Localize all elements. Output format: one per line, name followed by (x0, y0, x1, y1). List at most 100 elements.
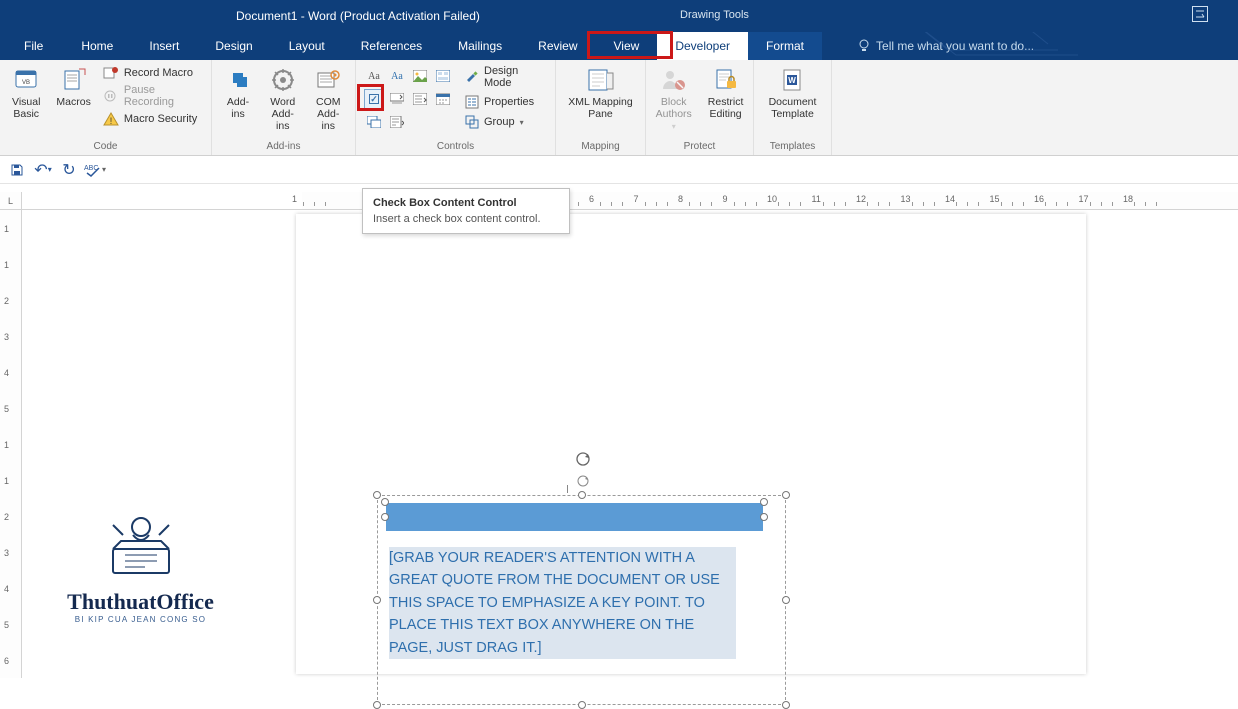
group-label-addins: Add-ins (220, 141, 347, 155)
lightbulb-icon (858, 39, 870, 53)
properties-button[interactable]: Properties (465, 95, 547, 109)
ruler-tick: 12 (856, 194, 866, 204)
legacy-tools-button[interactable] (387, 112, 407, 132)
resize-handle[interactable] (782, 701, 790, 709)
ruler-tick: 8 (678, 194, 683, 204)
xml-mapping-pane-button[interactable]: XML Mapping Pane (564, 64, 636, 122)
resize-handle[interactable] (760, 513, 768, 521)
tab-mailings[interactable]: Mailings (440, 32, 520, 60)
ruler-tick: 1 (4, 260, 9, 270)
tab-format[interactable]: Format (748, 32, 822, 60)
textbox-header-bar[interactable] (386, 503, 763, 531)
undo-button[interactable]: ↶▾ (32, 159, 54, 181)
ruler-tick: 15 (990, 194, 1000, 204)
tab-references[interactable]: References (343, 32, 440, 60)
word-addins-icon (269, 66, 297, 94)
tab-layout[interactable]: Layout (271, 32, 343, 60)
word-addins-button[interactable]: Word Add-ins (264, 64, 302, 134)
com-addins-button[interactable]: COM Add-ins (310, 64, 348, 134)
dropdown-list-content-control[interactable] (410, 89, 430, 109)
ruler-tick: 1 (4, 224, 9, 234)
checkbox-content-control[interactable]: ✓ (364, 89, 384, 109)
tell-me-search[interactable]: Tell me what you want to do... (858, 32, 1238, 60)
repeating-section-content-control[interactable] (364, 112, 384, 132)
design-mode-icon (465, 70, 479, 84)
resize-handle[interactable] (381, 513, 389, 521)
document-template-icon: W (778, 66, 806, 94)
group-button[interactable]: Group ▾ (465, 115, 547, 129)
context-tab-label: Drawing Tools (680, 9, 749, 21)
addins-icon (224, 66, 252, 94)
macros-button[interactable]: Macros (52, 64, 94, 110)
horizontal-ruler[interactable]: 1123456789101112131415161718 (22, 192, 1238, 210)
design-mode-button[interactable]: Design Mode (465, 65, 547, 89)
redo-button[interactable]: ↻ (58, 159, 80, 181)
building-block-content-control[interactable] (433, 66, 453, 86)
textbox-shape[interactable]: [GRAB YOUR READER'S ATTENTION WITH A GRE… (377, 455, 786, 675)
combobox-content-control[interactable] (387, 89, 407, 109)
group-label-mapping: Mapping (564, 141, 637, 155)
document-template-button[interactable]: W Document Template (765, 64, 821, 122)
ruler-tick: 7 (634, 194, 639, 204)
resize-handle[interactable] (578, 491, 586, 499)
ruler-tick: 6 (4, 656, 9, 666)
restrict-editing-button[interactable]: Restrict Editing (704, 64, 748, 122)
ruler-tick: 13 (901, 194, 911, 204)
macro-security-button[interactable]: ! Macro Security (103, 112, 203, 126)
visual-basic-button[interactable]: VB Visual Basic (8, 64, 44, 122)
plain-text-content-control[interactable]: Aa (387, 66, 407, 86)
svg-text:W: W (789, 76, 797, 85)
tab-developer[interactable]: Developer (657, 32, 748, 60)
date-picker-content-control[interactable] (433, 89, 453, 109)
group-label-code: Code (8, 141, 203, 155)
resize-handle[interactable] (373, 701, 381, 709)
addins-button[interactable]: Add- ins (220, 64, 256, 122)
tab-file[interactable]: File (4, 32, 63, 60)
ruler-tick: 18 (1123, 194, 1133, 204)
vertical-ruler[interactable]: 1123451123456 (0, 210, 22, 678)
resize-handle[interactable] (373, 491, 381, 499)
ruler-tick: 16 (1034, 194, 1044, 204)
rotate-handle-icon[interactable] (574, 450, 590, 466)
ruler-tick: 5 (4, 620, 9, 630)
pause-recording-icon (103, 89, 119, 103)
visual-basic-icon: VB (12, 66, 40, 94)
spelling-button[interactable]: ABC▾ (84, 159, 106, 181)
tooltip-title: Check Box Content Control (373, 197, 559, 209)
resize-handle[interactable] (782, 596, 790, 604)
resize-handle[interactable] (782, 491, 790, 499)
ruler-tick: 1 (292, 194, 297, 204)
textbox-content[interactable]: [GRAB YOUR READER'S ATTENTION WITH A GRE… (389, 547, 736, 659)
ruler-tick: 9 (723, 194, 728, 204)
ruler-tick: 3 (4, 332, 9, 342)
group-icon (465, 115, 479, 129)
tab-review[interactable]: Review (520, 32, 595, 60)
tab-design[interactable]: Design (197, 32, 270, 60)
ribbon-display-options-icon[interactable] (1192, 6, 1208, 22)
svg-text:VB: VB (22, 80, 30, 86)
rotate-handle-inner-icon[interactable] (576, 474, 588, 486)
resize-handle[interactable] (760, 498, 768, 506)
watermark-text: ThuthuatOffice (38, 589, 243, 615)
resize-handle[interactable] (373, 596, 381, 604)
rich-text-content-control[interactable]: Aa (364, 66, 384, 86)
ruler-tick: 4 (4, 368, 9, 378)
record-macro-button[interactable]: Record Macro (103, 66, 203, 80)
tab-view[interactable]: View (596, 32, 658, 60)
save-button[interactable] (6, 159, 28, 181)
checkbox-tooltip: Check Box Content Control Insert a check… (362, 188, 570, 234)
ruler-tick: 1 (4, 440, 9, 450)
tab-home[interactable]: Home (63, 32, 131, 60)
tooltip-description: Insert a check box content control. (373, 213, 559, 225)
ruler-tick: 2 (4, 296, 9, 306)
resize-handle[interactable] (381, 498, 389, 506)
macro-security-icon: ! (103, 112, 119, 126)
ruler-tick: 11 (812, 194, 821, 204)
tab-insert[interactable]: Insert (131, 32, 197, 60)
ruler-tick: 10 (767, 194, 777, 204)
resize-handle[interactable] (578, 701, 586, 709)
ruler-tick: 17 (1079, 194, 1089, 204)
properties-icon (465, 95, 479, 109)
ruler-tick: 4 (4, 584, 9, 594)
picture-content-control[interactable] (410, 66, 430, 86)
